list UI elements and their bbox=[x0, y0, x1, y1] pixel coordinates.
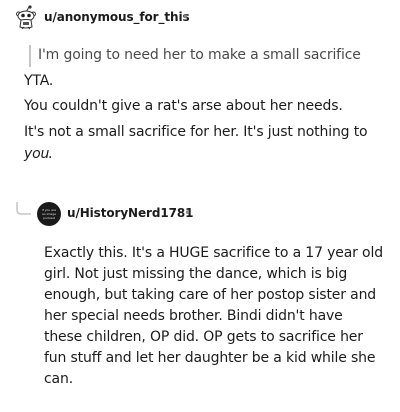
comment-line: girl. Not just missing the dance, which … bbox=[44, 266, 348, 282]
user-avatar-snoo-icon[interactable] bbox=[15, 5, 37, 30]
comment-line: can. bbox=[44, 371, 73, 387]
meta-separator: • bbox=[182, 10, 190, 24]
user-avatar[interactable]: if you are an image podcast bbox=[37, 202, 61, 226]
comment-username[interactable]: u/HistoryNerd1781 bbox=[67, 206, 193, 220]
comment-emphasis: you bbox=[24, 146, 50, 162]
meta-separator: • bbox=[184, 206, 192, 220]
avatar-text: podcast bbox=[43, 216, 55, 220]
comment-body: Exactly this. It's a HUGE sacrifice to a… bbox=[44, 243, 383, 390]
comment-username[interactable]: u/anonymous_for_this bbox=[44, 10, 190, 24]
comment-emphasis-tail: . bbox=[48, 146, 53, 162]
comment-quote: I'm going to need her to make a small sa… bbox=[38, 47, 361, 63]
reply-connector-icon bbox=[15, 200, 33, 218]
comment-line: these children, OP did. OP gets to sacri… bbox=[44, 329, 363, 345]
quote-bar bbox=[29, 45, 31, 67]
comment-line: her special needs brother. Bindi didn't … bbox=[44, 308, 343, 324]
comment-paragraph: YTA. bbox=[24, 73, 54, 89]
comment-line: fun stuff and let her daughter be a kid … bbox=[44, 350, 376, 366]
comment-line: enough, but taking care of her postop si… bbox=[44, 287, 377, 303]
comment-paragraph: You couldn't give a rat's arse about her… bbox=[24, 98, 343, 114]
comment-paragraph: It's not a small sacrifice for her. It's… bbox=[24, 124, 368, 140]
comment-line: Exactly this. It's a HUGE sacrifice to a… bbox=[44, 245, 383, 261]
